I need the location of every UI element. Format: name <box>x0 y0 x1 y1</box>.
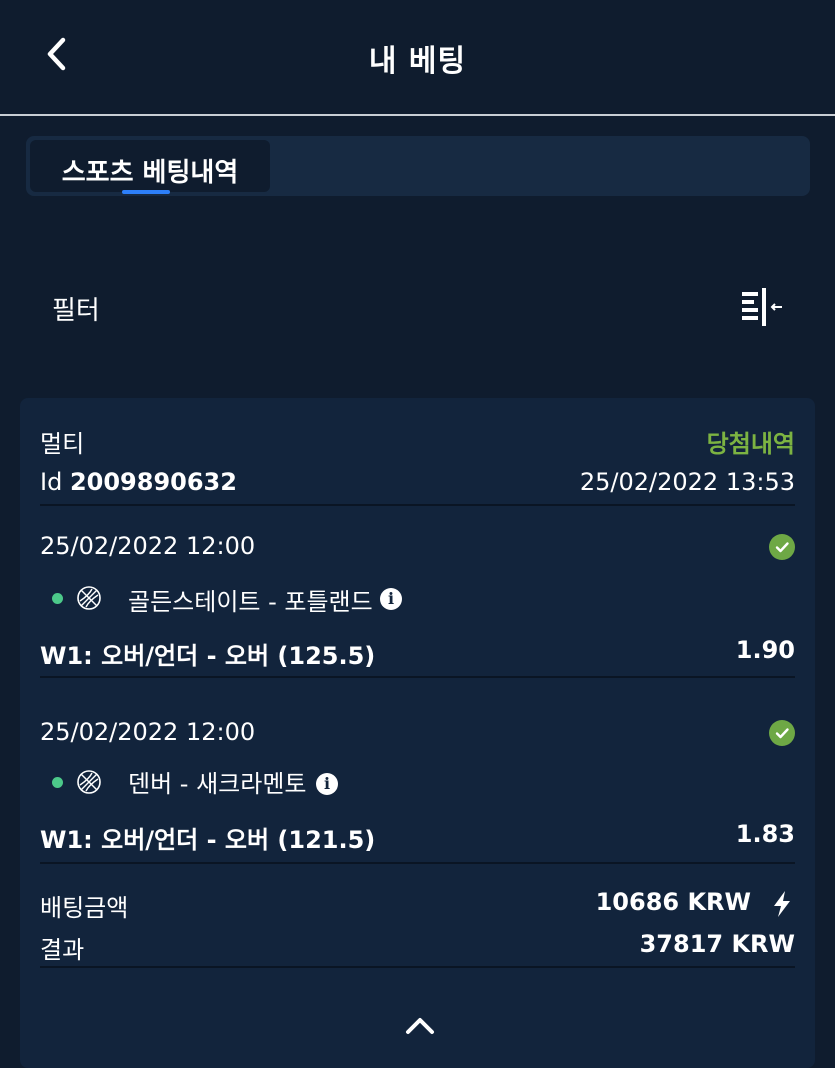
info-icon[interactable]: i <box>380 588 402 610</box>
info-icon[interactable]: i <box>316 773 338 795</box>
collapse-button[interactable] <box>400 1010 440 1040</box>
app-header: 내 베팅 <box>0 0 835 116</box>
selection-datetime: 25/02/2022 12:00 <box>40 532 256 560</box>
filter-label: 필터 <box>52 296 100 326</box>
bet-id-prefix: Id <box>40 468 63 496</box>
basketball-icon <box>77 770 101 794</box>
bet-card: 멀티 당첨내역 Id 2009890632 25/02/2022 13:53 2… <box>20 398 815 1068</box>
basketball-icon <box>77 586 101 610</box>
live-dot <box>52 777 63 788</box>
selection-match: 덴버 - 새크라멘토 <box>128 770 307 798</box>
selection-market: W1: 오버/언더 - 오버 (125.5) <box>40 642 376 670</box>
page-title: 내 베팅 <box>368 44 467 79</box>
selection-market-row: W1: 오버/언더 - 오버 (121.5) 1.83 <box>40 820 795 854</box>
tab-bar: 스포츠 베팅내역 <box>26 136 810 196</box>
stake-label: 배팅금액 <box>40 894 129 922</box>
bet-status-badge: 당첨내역 <box>706 430 795 458</box>
filter-button[interactable] <box>738 286 788 330</box>
selection-datetime-row: 25/02/2022 12:00 <box>40 532 795 564</box>
selection-market-row: W1: 오버/언더 - 오버 (125.5) 1.90 <box>40 636 795 670</box>
tab-label: 스포츠 베팅내역 <box>61 158 239 188</box>
check-circle-icon <box>769 720 795 746</box>
selection-market: W1: 오버/언더 - 오버 (121.5) <box>40 826 376 854</box>
check-circle-icon <box>769 534 795 560</box>
result-row: 결과 37817 KRW <box>40 930 795 964</box>
bet-type-row: 멀티 당첨내역 <box>40 424 795 458</box>
result-label: 결과 <box>40 936 85 964</box>
divider <box>40 676 795 678</box>
selection-match: 골든스테이트 - 포틀랜드 <box>128 588 373 616</box>
bet-type: 멀티 <box>40 430 85 458</box>
bet-datetime: 25/02/2022 13:53 <box>579 468 795 496</box>
stake-amount: 10686 KRW <box>595 888 751 916</box>
bet-id-value: 2009890632 <box>69 468 237 496</box>
chevron-up-icon <box>406 1018 434 1034</box>
stake-row: 배팅금액 10686 KRW <box>40 888 795 922</box>
tab-sports-betting-history[interactable]: 스포츠 베팅내역 <box>30 140 270 194</box>
lightning-icon[interactable] <box>771 890 793 918</box>
selection-match-row: 덴버 - 새크라멘토 i <box>40 764 795 798</box>
divider <box>40 966 795 968</box>
selection-odds: 1.83 <box>735 820 795 848</box>
live-dot <box>52 593 63 604</box>
selection-datetime-row: 25/02/2022 12:00 <box>40 718 795 750</box>
bet-id-row: Id 2009890632 25/02/2022 13:53 <box>40 468 795 500</box>
selection-match-row: 골든스테이트 - 포틀랜드 i <box>40 582 795 616</box>
tab-active-indicator <box>122 190 170 194</box>
selection-datetime: 25/02/2022 12:00 <box>40 718 256 746</box>
divider <box>40 504 795 506</box>
result-amount: 37817 KRW <box>639 930 795 958</box>
filter-collapse-icon <box>742 288 782 326</box>
divider <box>40 862 795 864</box>
selection-odds: 1.90 <box>735 636 795 664</box>
bet-id: Id 2009890632 <box>40 468 237 496</box>
